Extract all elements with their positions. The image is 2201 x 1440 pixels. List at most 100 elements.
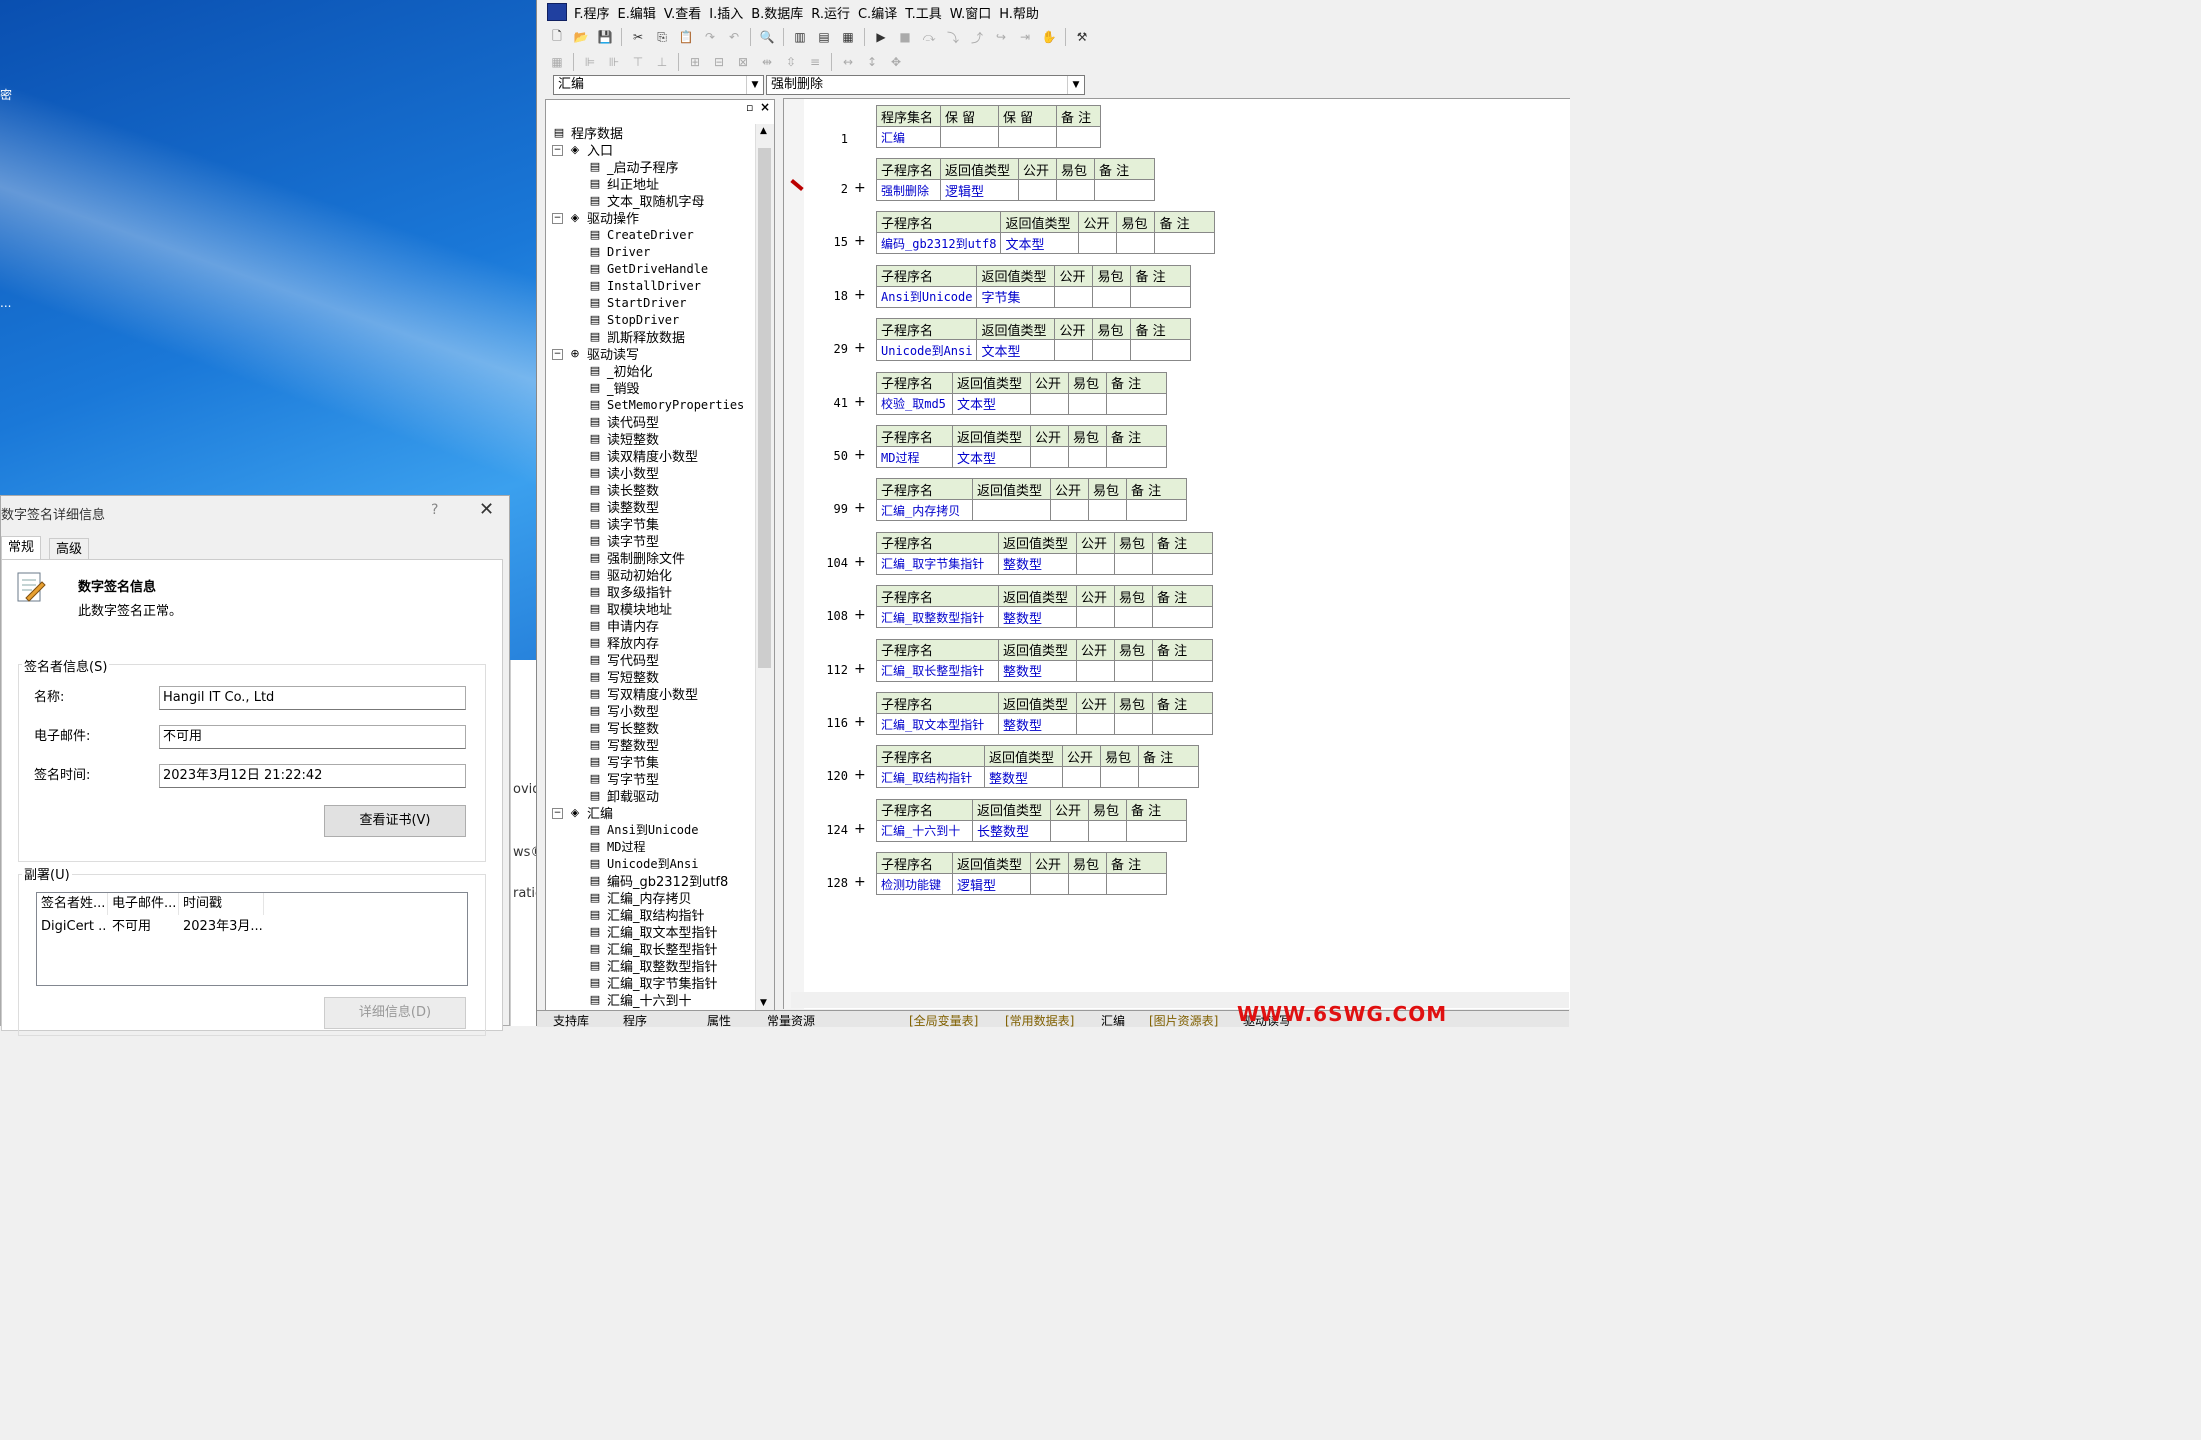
table-cell[interactable] xyxy=(1152,606,1213,629)
table-cell[interactable] xyxy=(998,126,1057,148)
table-cell[interactable] xyxy=(1076,659,1115,682)
table-cell[interactable]: 易包 xyxy=(1092,264,1132,287)
layout-grid-icon[interactable]: ▦ xyxy=(838,28,858,46)
table-cell[interactable] xyxy=(1050,499,1089,522)
tab-advanced[interactable]: 高级 xyxy=(49,538,90,560)
tree-item[interactable]: ◈ 入口 xyxy=(566,141,613,159)
table-cell[interactable] xyxy=(1152,713,1213,735)
tab-general[interactable]: 常规 xyxy=(1,536,42,561)
tree-item[interactable]: ▤ 取模块地址 xyxy=(586,600,672,618)
copy-icon[interactable]: ⎘ xyxy=(652,28,672,46)
expand-plus-icon[interactable]: + xyxy=(854,287,866,303)
table-cell[interactable]: 返回值类型 xyxy=(940,158,1019,180)
table-cell[interactable] xyxy=(1030,873,1069,896)
menu-edit[interactable]: E.编辑 xyxy=(617,3,663,22)
tree-item[interactable]: ◈ 驱动操作 xyxy=(566,209,639,227)
menu-program[interactable]: F.程序 xyxy=(573,3,617,22)
table-cell[interactable]: 易包 xyxy=(1100,745,1139,768)
run-to-cursor-icon[interactable]: ⇥ xyxy=(1015,28,1035,46)
scroll-down-icon[interactable]: ▼ xyxy=(760,998,767,1008)
tree-item[interactable]: ▤ 汇编_取文本型指针 xyxy=(586,923,718,941)
table-cell[interactable] xyxy=(1092,285,1132,308)
table-cell[interactable]: 公开 xyxy=(1054,264,1094,287)
table-cell[interactable]: 备 注 xyxy=(1130,264,1192,287)
name-field[interactable]: Hangil IT Co., Ltd xyxy=(159,686,466,710)
table-cell[interactable] xyxy=(1116,232,1156,255)
tree-collapse-toggle[interactable]: − xyxy=(552,349,563,360)
table-cell[interactable]: 程序集名 xyxy=(876,105,941,127)
new-file-icon[interactable]: 🗋 xyxy=(547,28,567,46)
list-header-email[interactable]: 电子邮件... xyxy=(108,893,179,915)
app-icon[interactable] xyxy=(547,3,567,21)
table-cell[interactable]: 备 注 xyxy=(1152,638,1213,661)
table-cell[interactable] xyxy=(1076,713,1115,735)
tree-item[interactable]: ▤ 读小数型 xyxy=(586,464,659,482)
table-cell[interactable]: 易包 xyxy=(1116,211,1156,234)
expand-plus-icon[interactable]: + xyxy=(854,233,866,249)
editor-hscrollbar[interactable] xyxy=(791,992,1569,1008)
table-cell[interactable] xyxy=(1054,339,1094,362)
chevron-down-icon[interactable]: ▼ xyxy=(1067,76,1084,94)
save-icon[interactable]: 💾 xyxy=(595,28,615,46)
tree-item[interactable]: ⊕ 驱动读写 xyxy=(566,345,639,363)
table-cell[interactable]: MD过程 xyxy=(876,446,953,468)
align-top-icon[interactable]: ⊤ xyxy=(628,53,648,71)
tree-item[interactable]: ▤ 写整数型 xyxy=(586,736,659,754)
table-cell[interactable] xyxy=(1126,499,1187,522)
layout-left-icon[interactable]: ▥ xyxy=(790,28,810,46)
panel-restore-icon[interactable]: ▫ xyxy=(746,101,753,114)
table-cell[interactable]: Ansi到Unicode xyxy=(875,285,978,308)
table-cell[interactable]: 备 注 xyxy=(1106,371,1167,394)
bottom-tab[interactable]: [全局变量表] xyxy=(909,1012,978,1029)
table-cell[interactable] xyxy=(1054,285,1094,308)
table-cell[interactable]: 汇编_取长整型指针 xyxy=(876,659,999,682)
table-cell[interactable] xyxy=(1050,819,1089,842)
center-h-icon[interactable]: ↔ xyxy=(838,53,858,71)
tree-item[interactable]: ▤ 写字节集 xyxy=(586,753,659,771)
tree-item[interactable]: ◈ 汇编 xyxy=(566,804,613,822)
tree-item[interactable]: ▤ 文本_取随机字母 xyxy=(586,192,705,210)
expand-plus-icon[interactable]: + xyxy=(854,821,866,837)
tree-item[interactable]: ▤ _销毁 xyxy=(586,379,640,397)
tree-item[interactable]: ▤ SetMemoryProperties xyxy=(586,396,744,413)
bottom-tab[interactable]: [常用数据表] xyxy=(1005,1012,1074,1029)
table-cell[interactable]: 子程序名 xyxy=(876,585,999,608)
table-cell[interactable]: 返回值类型 xyxy=(984,745,1063,768)
table-cell[interactable]: 子程序名 xyxy=(876,478,973,501)
table-cell[interactable]: 子程序名 xyxy=(876,531,999,554)
table-cell[interactable] xyxy=(1094,179,1155,201)
table-cell[interactable] xyxy=(940,126,999,148)
tree-item[interactable]: ▤ 写双精度小数型 xyxy=(586,685,698,703)
table-cell[interactable]: 文本型 xyxy=(952,392,1031,415)
table-cell[interactable]: 公开 xyxy=(1050,798,1089,821)
table-cell[interactable] xyxy=(1030,392,1069,415)
table-cell[interactable]: 备 注 xyxy=(1152,585,1213,608)
bottom-tab[interactable]: 属性 xyxy=(707,1012,731,1029)
help-icon[interactable]: ? xyxy=(431,502,438,518)
table-cell[interactable] xyxy=(1152,659,1213,682)
table-cell[interactable]: 子程序名 xyxy=(876,425,953,447)
expand-plus-icon[interactable]: + xyxy=(854,767,866,783)
list-cell-signer[interactable]: DigiCert ... xyxy=(37,917,107,937)
table-cell[interactable] xyxy=(1130,339,1192,362)
bottom-tab[interactable]: [图片资源表] xyxy=(1149,1012,1218,1029)
table-cell[interactable]: 备 注 xyxy=(1152,531,1213,554)
sub-combo[interactable]: 强制删除 ▼ xyxy=(766,75,1085,95)
table-cell[interactable]: 字节集 xyxy=(976,285,1056,308)
table-cell[interactable]: 子程序名 xyxy=(876,798,973,821)
bottom-tab[interactable]: 支持库 xyxy=(553,1012,589,1029)
menu-compile[interactable]: C.编译 xyxy=(857,3,904,22)
table-cell[interactable]: 整数型 xyxy=(984,766,1063,789)
table-cell[interactable]: 易包 xyxy=(1114,531,1153,554)
tree-item[interactable]: ▤ 卸载驱动 xyxy=(586,787,659,805)
table-cell[interactable]: 汇编 xyxy=(876,126,941,148)
table-cell[interactable]: 备 注 xyxy=(1138,745,1199,768)
table-cell[interactable]: 校验_取md5 xyxy=(876,392,953,415)
menu-help[interactable]: H.帮助 xyxy=(998,3,1046,22)
menu-window[interactable]: W.窗口 xyxy=(949,3,999,22)
undo-icon[interactable]: ↶ xyxy=(724,28,744,46)
tree-item[interactable]: ▤ 汇编_取字节集指针 xyxy=(586,974,718,992)
table-cell[interactable]: 子程序名 xyxy=(876,371,953,394)
tree-item[interactable]: ▤ GetDriveHandle xyxy=(586,260,708,277)
table-cell[interactable]: 返回值类型 xyxy=(998,692,1077,714)
